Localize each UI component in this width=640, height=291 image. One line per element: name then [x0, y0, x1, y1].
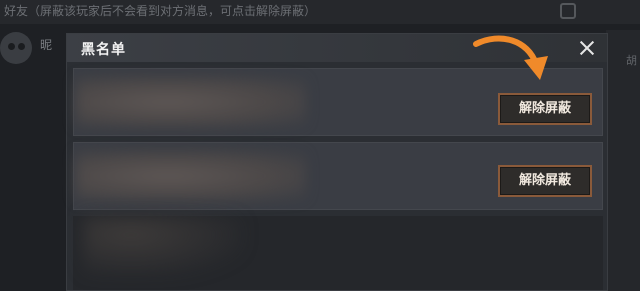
close-icon[interactable]	[575, 36, 599, 60]
avatar	[0, 32, 32, 64]
unblock-button[interactable]: 解除屏蔽	[498, 165, 592, 197]
background-side-text: 胡	[626, 54, 637, 67]
annotation-arrow-icon	[473, 35, 548, 80]
background-top-bar: 好友（屏蔽该玩家后不会看到对方消息，可点击解除屏蔽）	[0, 0, 640, 24]
background-tip-text: 好友（屏蔽该玩家后不会看到对方消息，可点击解除屏蔽）	[4, 4, 317, 18]
background-bar-icon	[560, 3, 576, 19]
blurred-player-info	[76, 151, 306, 201]
dialog-title: 黑名单	[81, 42, 126, 58]
blacklist-row: 解除屏蔽	[73, 142, 603, 210]
blurred-player-info	[76, 77, 306, 127]
unblock-button[interactable]: 解除屏蔽	[498, 93, 592, 125]
blurred-area	[83, 216, 243, 276]
background-friend-name: 昵	[40, 38, 53, 52]
dialog-empty-area	[73, 216, 603, 290]
background-side-panel: 胡	[606, 30, 640, 291]
